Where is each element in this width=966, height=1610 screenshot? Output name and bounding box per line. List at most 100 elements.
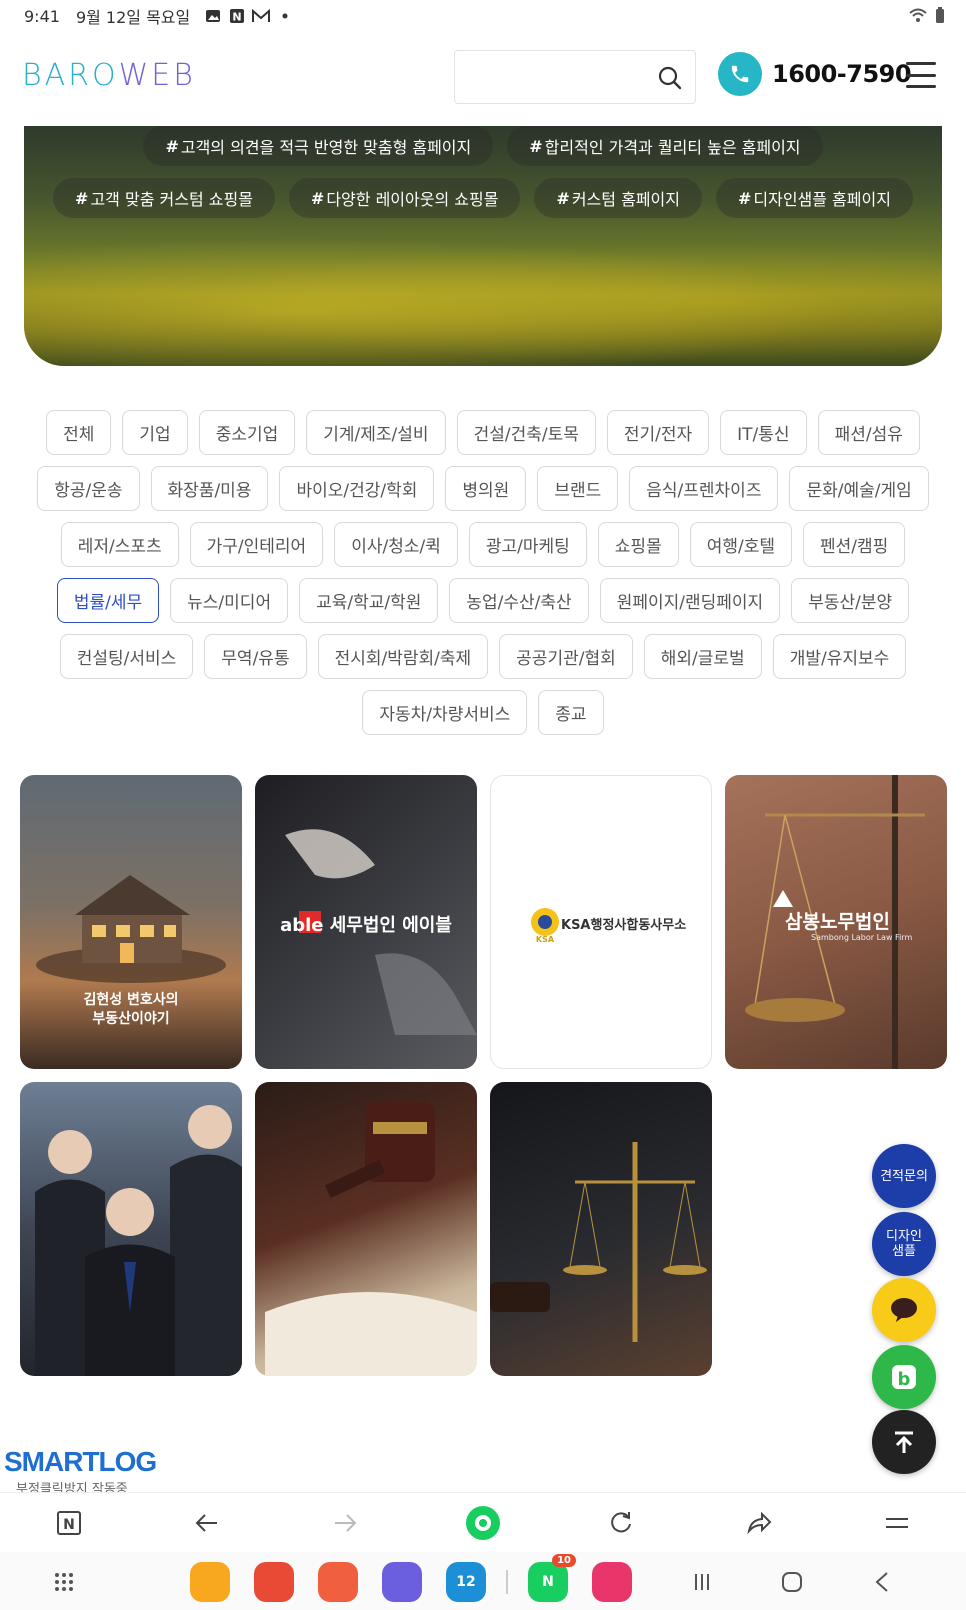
category-chip[interactable]: 브랜드 bbox=[537, 466, 619, 511]
baroweb-logo[interactable]: BAROWEB bbox=[22, 58, 196, 93]
category-chip[interactable]: 전시회/박람회/축제 bbox=[317, 634, 489, 679]
banner-tag[interactable]: # 고객 맞춤 커스텀 쇼핑몰 bbox=[53, 178, 275, 218]
justice-scale-image bbox=[490, 1142, 707, 1342]
category-chip[interactable]: 가구/인테리어 bbox=[189, 522, 324, 567]
category-chip[interactable]: 광고/마케팅 bbox=[468, 522, 587, 567]
category-chip[interactable]: 쇼핑몰 bbox=[597, 522, 679, 567]
svg-text:KSA: KSA bbox=[536, 935, 555, 944]
portfolio-card[interactable]: 삼봉노무법인 Sambong Labor Law Firm bbox=[725, 775, 947, 1069]
category-chip[interactable]: 화장품/미용 bbox=[150, 466, 269, 511]
category-chip[interactable]: 컨설팅/서비스 bbox=[59, 634, 194, 679]
category-chip[interactable]: 종교 bbox=[538, 690, 604, 735]
green-dot-icon[interactable] bbox=[463, 1503, 503, 1543]
lawyers-image bbox=[35, 1105, 242, 1376]
category-chip[interactable]: 개발/유지보수 bbox=[772, 634, 907, 679]
category-chip[interactable]: 기업 bbox=[122, 410, 188, 455]
portfolio-card[interactable] bbox=[20, 1082, 242, 1376]
share-icon[interactable] bbox=[739, 1503, 779, 1543]
category-chip[interactable]: 음식/프렌차이즈 bbox=[629, 466, 779, 511]
folder-app-icon[interactable] bbox=[190, 1562, 230, 1602]
category-chip[interactable]: 건설/건축/토목 bbox=[456, 410, 596, 455]
nav-back-icon[interactable] bbox=[862, 1562, 902, 1602]
mail-icon bbox=[252, 8, 271, 24]
back-icon[interactable] bbox=[187, 1503, 227, 1543]
naver-home-icon[interactable]: N bbox=[49, 1503, 89, 1543]
banner-tag[interactable]: # 고객의 의견을 적극 반영한 맞춤형 홈페이지 bbox=[143, 126, 494, 166]
card-subtitle: Sambong Labor Law Firm bbox=[811, 933, 913, 942]
category-chip[interactable]: 부동산/분양 bbox=[791, 578, 910, 623]
category-chip[interactable]: 병의원 bbox=[445, 466, 527, 511]
portfolio-card[interactable]: 김현성 변호사의 부동산이야기 bbox=[20, 775, 242, 1069]
portfolio-card[interactable]: KSA KSA행정사합동사무소 bbox=[490, 775, 712, 1069]
gallery-app-icon[interactable] bbox=[592, 1562, 632, 1602]
kakao-chat-button[interactable] bbox=[872, 1278, 936, 1342]
category-chip[interactable]: 무역/유통 bbox=[204, 634, 307, 679]
banner-tag[interactable]: # 다양한 레이아웃의 쇼핑몰 bbox=[288, 178, 521, 218]
portfolio-card[interactable]: able 세무법인 에이블 bbox=[255, 775, 477, 1069]
contacts-app-icon[interactable] bbox=[318, 1562, 358, 1602]
hamburger-menu-icon[interactable] bbox=[906, 62, 936, 88]
logo-part2: WEB bbox=[118, 58, 196, 93]
banner-tag[interactable]: # 커스텀 홈페이지 bbox=[534, 178, 702, 218]
category-chip[interactable]: 바이오/건강/학회 bbox=[279, 466, 435, 511]
category-chip[interactable]: 패션/섬유 bbox=[817, 410, 920, 455]
blog-button[interactable]: b bbox=[872, 1345, 936, 1409]
naver-app-icon[interactable]: N 10 bbox=[528, 1554, 576, 1602]
category-chip[interactable]: 펜션/캠핑 bbox=[803, 522, 906, 567]
phone-icon bbox=[718, 52, 762, 96]
card-title: 김현성 변호사의 부동산이야기 bbox=[83, 992, 179, 1027]
card-title: KSA행정사합동사무소 bbox=[561, 918, 687, 933]
quote-request-button[interactable]: 견적문의 bbox=[872, 1144, 936, 1208]
site-header: BAROWEB 1600-7590 bbox=[0, 36, 966, 116]
refresh-icon[interactable] bbox=[601, 1503, 641, 1543]
banner-tag-row-1: # 고객의 의견을 적극 반영한 맞춤형 홈페이지 # 합리적인 가격과 퀄리티 높… bbox=[24, 126, 942, 166]
banner-tag[interactable]: # 디자인샘플 홈페이지 bbox=[715, 178, 913, 218]
menu-icon[interactable] bbox=[877, 1503, 917, 1543]
app-drawer-icon[interactable] bbox=[44, 1562, 84, 1602]
category-chip[interactable]: 교육/학교/학원 bbox=[299, 578, 439, 623]
svg-text:N: N bbox=[63, 1517, 75, 1533]
forward-icon[interactable] bbox=[325, 1503, 365, 1543]
browser-toolbar: N bbox=[0, 1492, 966, 1552]
category-chip[interactable]: 공공기관/협회 bbox=[499, 634, 633, 679]
kakao-chat-icon bbox=[891, 1298, 917, 1322]
naver-n-icon: N bbox=[228, 8, 246, 24]
gavel-image bbox=[265, 1102, 477, 1376]
internet-app-icon[interactable] bbox=[382, 1562, 422, 1602]
recents-icon[interactable] bbox=[682, 1562, 722, 1602]
category-chip[interactable]: 뉴스/미디어 bbox=[170, 578, 289, 623]
calendar-app-icon[interactable]: 12 bbox=[446, 1562, 486, 1602]
category-chip[interactable]: 항공/운송 bbox=[37, 466, 140, 511]
portfolio-card[interactable] bbox=[255, 1082, 477, 1376]
design-sample-button[interactable]: 디자인 샘플 bbox=[872, 1212, 936, 1276]
status-bar: 9:41 9월 12일 목요일 N bbox=[0, 0, 966, 32]
category-chip[interactable]: 원페이지/랜딩페이지 bbox=[599, 578, 781, 623]
category-chip[interactable]: 여행/호텔 bbox=[689, 522, 793, 567]
scroll-top-button[interactable] bbox=[872, 1410, 936, 1474]
search-icon[interactable] bbox=[657, 65, 683, 95]
category-chip[interactable]: 기계/제조/설비 bbox=[306, 410, 446, 455]
notes-app-icon[interactable] bbox=[254, 1562, 294, 1602]
category-chip[interactable]: 전기/전자 bbox=[606, 410, 710, 455]
home-icon[interactable] bbox=[772, 1562, 812, 1602]
category-chip[interactable]: 전체 bbox=[46, 410, 112, 455]
category-chip[interactable]: 자동차/차량서비스 bbox=[362, 690, 528, 735]
phone-contact[interactable]: 1600-7590 bbox=[718, 52, 912, 96]
category-row: 전체 기업 중소기업 기계/제조/설비 건설/건축/토목 전기/전자 IT/통신… bbox=[20, 410, 946, 455]
category-chip-active[interactable]: 법률/세무 bbox=[56, 578, 160, 623]
search-input[interactable] bbox=[454, 50, 696, 104]
category-chip[interactable]: 문화/예술/게임 bbox=[789, 466, 929, 511]
banner-tag[interactable]: # 합리적인 가격과 퀄리티 높은 홈페이지 bbox=[507, 126, 823, 166]
category-chip[interactable]: IT/통신 bbox=[720, 410, 807, 455]
category-chip[interactable]: 레저/스포츠 bbox=[60, 522, 179, 567]
category-row: 레저/스포츠 가구/인테리어 이사/청소/퀵 광고/마케팅 쇼핑몰 여행/호텔 … bbox=[20, 522, 946, 567]
portfolio-card[interactable] bbox=[490, 1082, 712, 1376]
category-chip[interactable]: 해외/글로벌 bbox=[643, 634, 762, 679]
category-chip[interactable]: 중소기업 bbox=[198, 410, 296, 455]
logo-part1: BARO bbox=[22, 58, 119, 93]
smartlog-badge: SMARTLOG 부정클릭방지 작동중 bbox=[4, 1446, 157, 1497]
category-chip[interactable]: 농업/수산/축산 bbox=[449, 578, 589, 623]
category-chip[interactable]: 이사/청소/퀵 bbox=[334, 522, 458, 567]
category-row: 법률/세무 뉴스/미디어 교육/학교/학원 농업/수산/축산 원페이지/랜딩페이… bbox=[20, 578, 946, 623]
hero-banner: # 고객의 의견을 적극 반영한 맞춤형 홈페이지 # 합리적인 가격과 퀄리티 높… bbox=[24, 126, 942, 366]
